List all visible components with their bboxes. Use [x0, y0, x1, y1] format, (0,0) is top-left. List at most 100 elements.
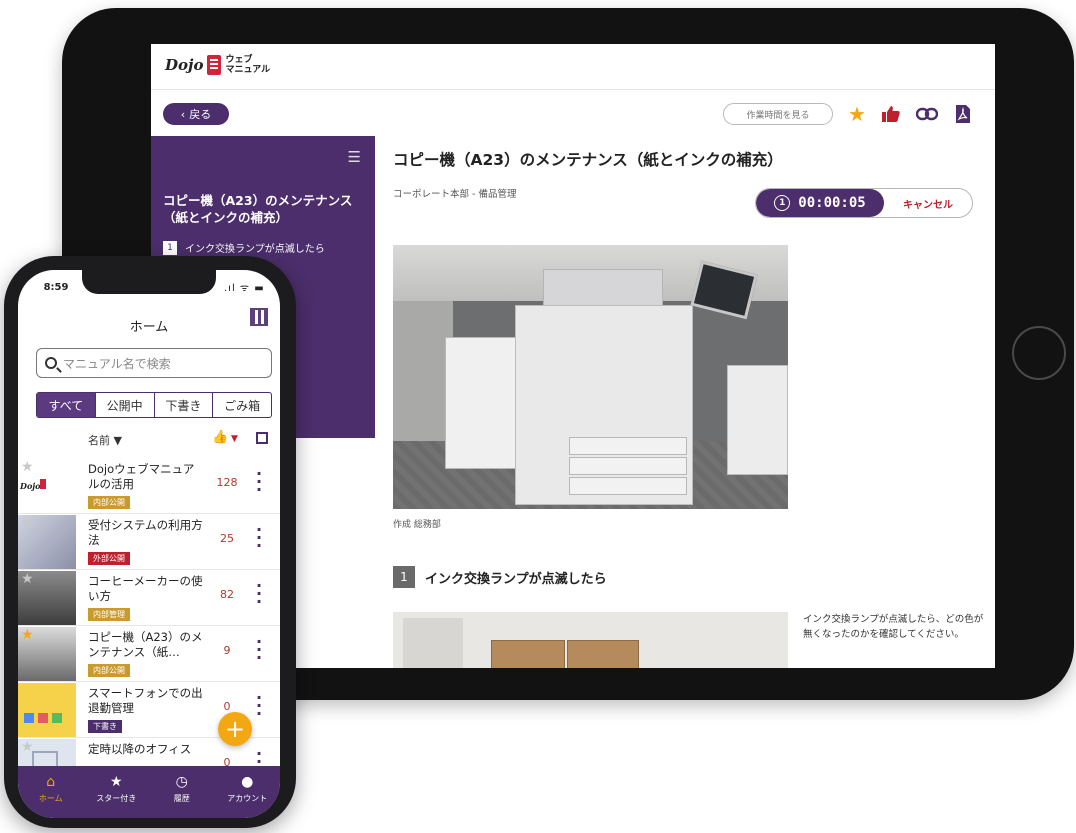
- tab-all[interactable]: すべて: [37, 393, 96, 417]
- qr-code-icon[interactable]: [250, 308, 268, 326]
- worktime-button[interactable]: 作業時間を見る: [723, 103, 833, 125]
- star-icon[interactable]: ★: [21, 459, 34, 475]
- pdf-icon[interactable]: [951, 102, 975, 126]
- sort-by-likes[interactable]: 👍 ▼: [212, 430, 238, 445]
- copier-photo: [393, 245, 788, 509]
- nav-home-label: ホーム: [38, 793, 63, 803]
- photo-copier-body: [515, 305, 693, 505]
- photo-box: [567, 640, 639, 668]
- nav-account-label: アカウント: [227, 793, 268, 803]
- manual-title: コピー機（A23）のメンテナンス（紙とインクの補充）: [393, 151, 783, 169]
- tablet-home-button: [1012, 326, 1066, 380]
- step-description: インク交換ランプが点滅したら、どの色が無くなったのかを確認してください。: [803, 614, 984, 640]
- back-button[interactable]: ‹ 戻る: [163, 103, 229, 125]
- like-count: 82: [220, 588, 234, 601]
- photo-paper-tray: [569, 477, 687, 495]
- status-badge: 内部管理: [88, 608, 130, 621]
- step-header: 1 インク交換ランプが点滅したら: [393, 566, 607, 588]
- photo-shelf: [403, 618, 463, 668]
- nav-home[interactable]: ⌂ ホーム: [18, 766, 84, 818]
- list-item[interactable]: ★ コピー機（A23）のメンテナンス（紙… 内部公開 9 · · ·: [18, 626, 280, 682]
- like-count: 9: [223, 644, 231, 657]
- status-badge: 内部公開: [88, 664, 130, 677]
- tab-trash[interactable]: ごみ箱: [213, 393, 271, 417]
- add-manual-button[interactable]: +: [218, 712, 252, 746]
- thumb-app-icon: [38, 713, 48, 723]
- logo-subtitle-line1: ウェブ: [225, 55, 253, 65]
- star-icon: ★: [109, 773, 123, 790]
- nav-account[interactable]: ● アカウント: [215, 766, 281, 818]
- star-icon[interactable]: ★: [21, 739, 34, 755]
- sort-by-name[interactable]: 名前 ▼: [88, 432, 122, 448]
- status-badge: 下書き: [88, 720, 122, 733]
- chevron-left-icon: ‹: [180, 107, 186, 121]
- home-icon: ⌂: [46, 773, 56, 790]
- app-logo: Dojo ウェブ マニュアル: [165, 55, 270, 75]
- timer-display: 1 00:00:05: [756, 189, 884, 217]
- user-icon: ●: [241, 773, 254, 790]
- star-icon[interactable]: ★: [21, 515, 34, 531]
- more-options-icon[interactable]: ···: [256, 690, 262, 722]
- search-input[interactable]: マニュアル名で検索: [36, 348, 272, 378]
- item-title: スマートフォンでの出退勤管理: [88, 686, 203, 715]
- item-title: コピー機（A23）のメンテナンス（紙…: [88, 630, 203, 659]
- tab-drafts[interactable]: 下書き: [155, 393, 214, 417]
- nav-starred-label: スター付き: [96, 793, 137, 803]
- photo-finisher-unit: [445, 337, 525, 469]
- photo-wall: [393, 301, 453, 441]
- tablet-toolbar: ‹ 戻る 作業時間を見る ★: [151, 90, 995, 136]
- breadcrumb: コーポレート本部 - 備品管理: [393, 189, 517, 200]
- stopwatch-icon: 1: [774, 195, 791, 211]
- bottom-navigation: ⌂ ホーム ★ スター付き ◷ 履歴 ● アカウント: [18, 766, 280, 818]
- list-item[interactable]: Dojo ★ Dojoウェブマニュアルの活用 内部公開 128 · · ·: [18, 458, 280, 514]
- nav-history-label: 履歴: [173, 793, 190, 803]
- timer-value: 00:00:05: [798, 195, 866, 211]
- sidebar-step-item[interactable]: 1 インク交換ランプが点滅したら: [163, 240, 325, 255]
- more-options-icon[interactable]: ···: [256, 466, 262, 498]
- list-item[interactable]: ★ コーヒーメーカーの使い方 内部管理 82 · · ·: [18, 570, 280, 626]
- item-title: コーヒーメーカーの使い方: [88, 574, 203, 603]
- sidebar-step-number: 1: [163, 240, 177, 255]
- clock-icon: ◷: [175, 773, 188, 790]
- like-count: 0: [223, 700, 231, 713]
- status-badge: 内部公開: [88, 496, 130, 509]
- star-icon[interactable]: ★: [845, 102, 869, 126]
- thumb-logo-mark: [40, 479, 46, 489]
- hamburger-menu-icon[interactable]: ☰: [348, 148, 361, 166]
- like-count: 128: [216, 476, 238, 489]
- star-icon[interactable]: ★: [21, 627, 34, 643]
- item-title: 定時以降のオフィス: [88, 742, 192, 756]
- more-options-icon[interactable]: ···: [256, 578, 262, 610]
- status-time: 8:59: [36, 278, 76, 296]
- sidebar-title: コピー機（A23）のメンテナンス（紙とインクの補充）: [163, 193, 353, 225]
- star-icon[interactable]: ★: [21, 571, 34, 587]
- step-number: 1: [393, 566, 415, 588]
- back-button-label: 戻る: [189, 108, 212, 121]
- photo-paper-tray: [569, 457, 687, 475]
- nav-history[interactable]: ◷ 履歴: [149, 766, 215, 818]
- chevron-down-icon: ▼: [228, 434, 238, 444]
- tab-published[interactable]: 公開中: [96, 393, 155, 417]
- step-photo: [393, 612, 788, 668]
- status-badge: 外部公開: [88, 552, 130, 565]
- timer-cancel-button[interactable]: キャンセル: [884, 189, 972, 217]
- list-item[interactable]: ★ 受付システムの利用方法 外部公開 25 · · ·: [18, 514, 280, 570]
- like-count: 25: [220, 532, 234, 545]
- logo-mark-icon: [207, 55, 222, 75]
- logo-text: Dojo: [165, 56, 204, 74]
- link-icon[interactable]: [915, 102, 939, 126]
- filter-tabs: すべて 公開中 下書き ごみ箱: [36, 392, 272, 418]
- more-options-icon[interactable]: ···: [256, 522, 262, 554]
- nav-starred[interactable]: ★ スター付き: [84, 766, 150, 818]
- signal-wifi-battery-icon: .ıl ᯤ ▬: [224, 283, 265, 294]
- step-title: インク交換ランプが点滅したら: [425, 571, 607, 587]
- more-options-icon[interactable]: ···: [256, 634, 262, 666]
- archive-icon[interactable]: [256, 432, 268, 444]
- thumbs-up-icon[interactable]: [879, 102, 903, 126]
- phone-screen: 8:59 .ıl ᯤ ▬ ホーム マニュアル名で検索 すべて 公開中 下書き ご…: [18, 270, 280, 818]
- tablet-main-content: コピー機（A23）のメンテナンス（紙とインクの補充） コーポレート本部 - 備品…: [375, 136, 995, 668]
- thumb-logo-text: Dojo: [20, 481, 41, 491]
- sidebar-step-label: インク交換ランプが点滅したら: [185, 244, 325, 255]
- logo-subtitle-line2: マニュアル: [225, 65, 271, 75]
- photo-paper-tray: [569, 437, 687, 455]
